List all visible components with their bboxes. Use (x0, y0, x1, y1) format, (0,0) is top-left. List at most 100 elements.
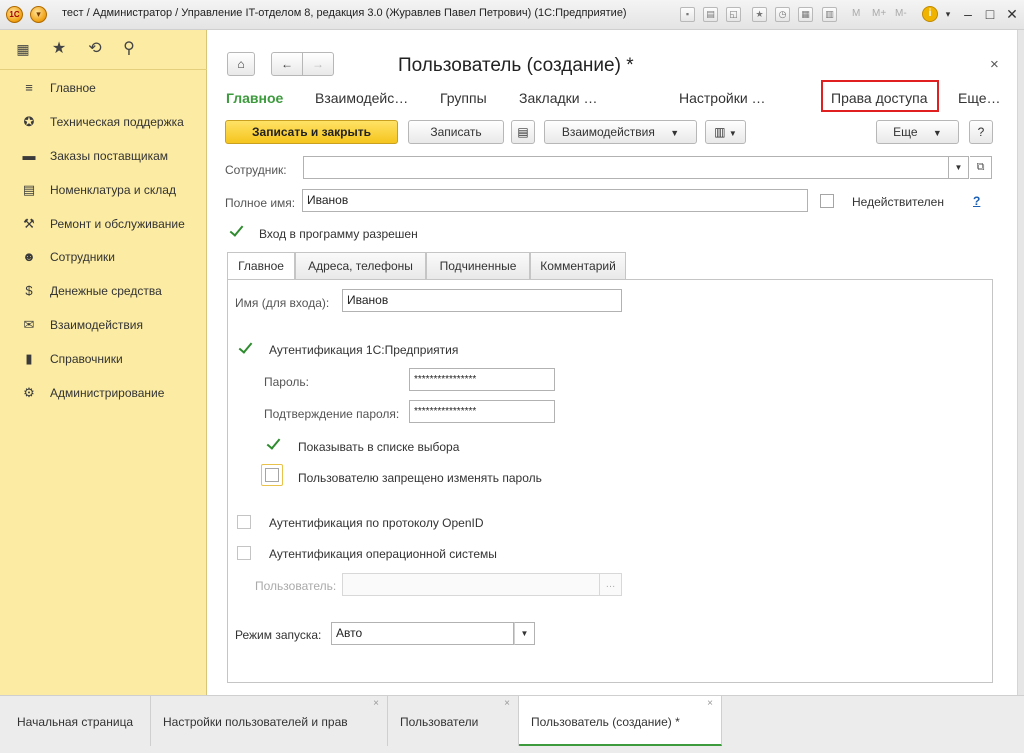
sidebar-item-main[interactable]: ≡ Главное (0, 73, 206, 103)
sidebar-item-nomenclature[interactable]: ▤ Номенклатура и склад (0, 175, 206, 205)
auth-1c-label: Аутентификация 1С:Предприятия (269, 343, 459, 357)
subtab-subordinates[interactable]: Подчиненные (426, 252, 530, 280)
interactions-dropdown[interactable]: Взаимодействия ▼ (544, 120, 697, 144)
login-name-field[interactable]: Иванов (342, 289, 622, 312)
os-auth-checkbox[interactable] (237, 546, 251, 560)
employee-label: Сотрудник: (225, 163, 287, 177)
tab-bookmarks[interactable]: Закладки … (519, 90, 597, 106)
app-logo-icon[interactable]: 1С (6, 6, 23, 23)
password-confirm-field[interactable]: **************** (409, 400, 555, 423)
info-icon[interactable]: i (922, 6, 938, 22)
sidebar-item-label: Денежные средства (50, 284, 162, 298)
os-user-field[interactable] (342, 573, 600, 596)
invalid-checkbox[interactable] (820, 194, 834, 208)
subtab-comment[interactable]: Комментарий (530, 252, 626, 280)
close-tab-icon[interactable]: × (373, 698, 379, 710)
help-button[interactable]: ? (969, 120, 993, 144)
calendar-icon[interactable]: ▥ (822, 7, 837, 22)
arrow-right-icon: → (312, 57, 324, 71)
close-window-icon[interactable]: ✕ (1002, 4, 1022, 24)
sidebar-item-label: Ремонт и обслуживание (50, 217, 185, 231)
favorites-icon[interactable]: ★ (752, 7, 767, 22)
sidebar-item-label: Сотрудники (50, 250, 115, 264)
tab-more[interactable]: Еще… (958, 90, 1001, 106)
more-dropdown[interactable]: Еще ▼ (876, 120, 959, 144)
open-employee-icon[interactable]: ⧉ (970, 156, 992, 179)
task-tab-label: Пользователь (создание) * (531, 715, 680, 729)
task-tab-user-settings[interactable]: Настройки пользователей и прав × (151, 696, 388, 746)
sidebar-item-money[interactable]: $ Денежные средства (0, 276, 206, 306)
back-button[interactable]: ← (271, 52, 303, 76)
password-field[interactable]: **************** (409, 368, 555, 391)
save-and-close-button[interactable]: Записать и закрыть (225, 120, 398, 144)
report-icon: ▥ (714, 125, 726, 139)
tab-groups[interactable]: Группы (440, 90, 487, 106)
tab-interactions[interactable]: Взаимодейс… (315, 90, 408, 106)
minimize-icon[interactable]: – (958, 4, 978, 24)
tab-main[interactable]: Главное (226, 90, 283, 106)
menu-lines-icon: ≡ (25, 80, 33, 95)
report-dropdown[interactable]: ▥ ▼ (705, 120, 746, 144)
memory-button[interactable]: M (852, 8, 860, 19)
main-menu-button[interactable]: ▾ (30, 6, 47, 23)
search-icon[interactable]: ⚲ (118, 38, 140, 60)
history-icon[interactable]: ⟲ (84, 38, 106, 60)
info-dropdown-icon[interactable]: ▾ (938, 4, 958, 24)
close-tab-icon[interactable]: × (707, 698, 713, 710)
subtab-addresses[interactable]: Адреса, телефоны (295, 252, 426, 280)
sidebar-item-repair[interactable]: ⚒ Ремонт и обслуживание (0, 209, 206, 239)
memory-plus-button[interactable]: M+ (872, 8, 886, 19)
employee-field[interactable] (303, 156, 949, 179)
preview-icon[interactable]: ◱ (726, 7, 741, 22)
close-tab-icon[interactable]: × (504, 698, 510, 710)
dropdown-arrow-icon: ▼ (728, 129, 737, 138)
task-tab-label: Начальная страница (17, 715, 134, 729)
calculator-icon[interactable]: ▦ (798, 7, 813, 22)
save-button[interactable]: Записать (408, 120, 504, 144)
sidebar-item-label: Заказы поставщикам (50, 149, 169, 163)
gear-icon: ⚙ (23, 385, 35, 400)
task-tab-home[interactable]: Начальная страница (5, 696, 151, 746)
tab-access-rights[interactable]: Права доступа (831, 90, 927, 106)
maximize-icon[interactable]: □ (980, 4, 1000, 24)
startup-mode-dropdown-icon[interactable]: ▼ (514, 622, 535, 645)
home-button[interactable]: ⌂ (227, 52, 255, 76)
user-form: ⌂ ← → Пользователь (создание) * × Главно… (207, 30, 1018, 695)
sidebar-item-interactions[interactable]: ✉ Взаимодействия (0, 310, 206, 340)
help-link[interactable]: ? (973, 194, 980, 208)
login-allowed-checkbox[interactable] (228, 225, 242, 239)
memory-minus-button[interactable]: M- (895, 8, 907, 19)
dropdown-arrow-icon: ▼ (670, 128, 680, 138)
startup-mode-select[interactable]: Авто (331, 622, 514, 645)
tab-settings[interactable]: Настройки … (679, 90, 766, 106)
save-icon[interactable]: ▪ (680, 7, 695, 22)
sidebar-item-label: Справочники (50, 352, 123, 366)
star-icon[interactable]: ★ (48, 38, 70, 60)
fullname-field[interactable]: Иванов (302, 189, 808, 212)
forbid-change-password-checkbox[interactable] (265, 468, 279, 482)
dropdown-arrow-icon: ▼ (932, 128, 942, 138)
show-in-list-checkbox[interactable] (265, 438, 279, 452)
sidebar-item-employees[interactable]: ☻ Сотрудники (0, 242, 206, 272)
open-windows-bar: Начальная страница Настройки пользовател… (0, 695, 1024, 753)
history-icon[interactable]: ◷ (775, 7, 790, 22)
document-icon[interactable]: ▤ (511, 120, 535, 144)
sidebar-item-administration[interactable]: ⚙ Администрирование (0, 378, 206, 408)
openid-checkbox[interactable] (237, 515, 251, 529)
print-icon[interactable]: ▤ (703, 7, 718, 22)
forward-button[interactable]: → (302, 52, 334, 76)
sidebar-toolbar: ▦ ★ ⟲ ⚲ (0, 30, 207, 70)
apps-grid-icon[interactable]: ▦ (12, 38, 34, 60)
task-tab-users[interactable]: Пользователи × (388, 696, 519, 746)
close-form-icon[interactable]: × (990, 56, 999, 73)
os-user-select-icon[interactable]: … (600, 573, 622, 596)
sidebar-item-support[interactable]: ✪ Техническая поддержка (0, 107, 206, 137)
interactions-label: Взаимодействия (561, 125, 655, 139)
sidebar-item-references[interactable]: ▮ Справочники (0, 344, 206, 374)
truck-icon: ▬ (22, 148, 36, 163)
task-tab-user-create[interactable]: Пользователь (создание) * × (519, 696, 722, 746)
sidebar-item-orders[interactable]: ▬ Заказы поставщикам (0, 141, 206, 171)
subtab-main[interactable]: Главное (227, 252, 295, 281)
auth-1c-checkbox[interactable] (237, 342, 251, 356)
employee-dropdown-icon[interactable]: ▼ (949, 156, 969, 179)
